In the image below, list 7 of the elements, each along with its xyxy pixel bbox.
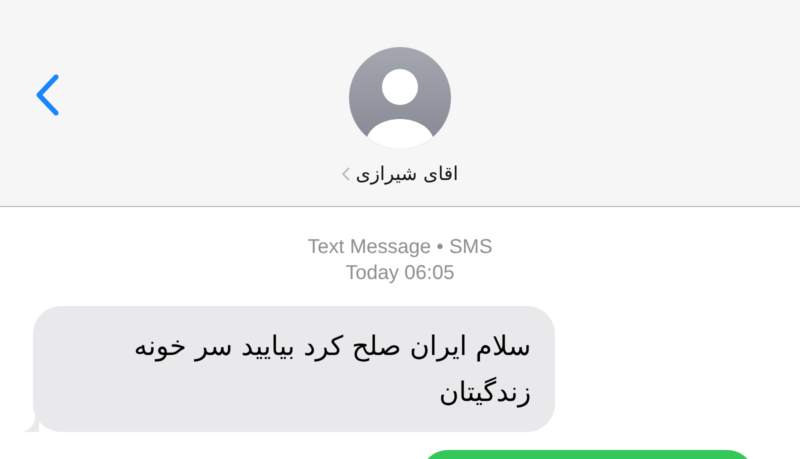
chevron-icon[interactable] bbox=[342, 167, 350, 181]
back-icon[interactable] bbox=[34, 74, 60, 116]
contact-name[interactable]: اقای شیرازی bbox=[356, 163, 458, 185]
service-label: Text Message • SMS bbox=[308, 235, 492, 260]
message-text: سلام ایران صلح کرد بیایید سر خونه زندگیتان bbox=[132, 330, 531, 410]
message-time: Today 06:05 bbox=[346, 261, 454, 286]
avatar-icon[interactable] bbox=[349, 47, 451, 149]
